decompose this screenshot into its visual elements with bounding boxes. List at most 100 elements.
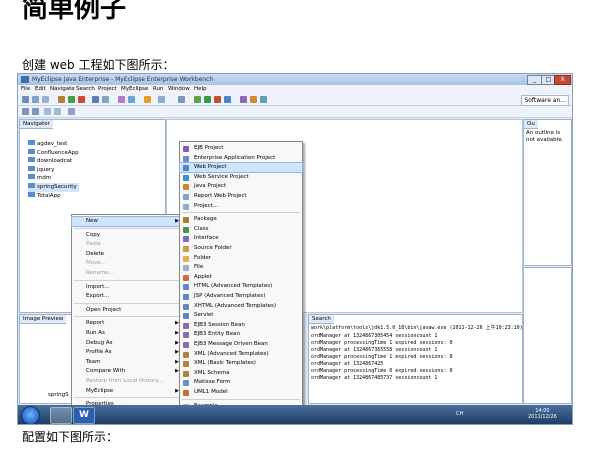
context-menu-item[interactable]: MyEclipse ▶ xyxy=(72,387,183,396)
minimize-button[interactable]: _ xyxy=(527,75,542,85)
new-submenu-item-icon xyxy=(183,274,189,281)
image-preview-tab[interactable]: Image Preview xyxy=(20,315,67,324)
context-menu-item[interactable]: New ▶ xyxy=(71,216,184,227)
tree-item[interactable]: jquery xyxy=(28,165,79,175)
refresh-icon[interactable] xyxy=(158,96,165,103)
context-menu-item[interactable]: Rename... xyxy=(72,269,183,278)
new-submenu-item[interactable]: XML (Basic Templates) xyxy=(180,359,302,368)
context-menu-item[interactable]: Restore from Local History... xyxy=(72,377,183,386)
new-submenu-item[interactable]: HTML (Advanced Templates) xyxy=(180,282,302,291)
new-submenu-item[interactable]: Source Folder xyxy=(180,244,302,253)
tree-item[interactable]: downloadcat xyxy=(28,157,79,166)
context-menu-item[interactable]: Report ▶ xyxy=(72,319,183,328)
context-menu-item[interactable]: Run As ▶ xyxy=(72,329,183,338)
last-edit-icon[interactable] xyxy=(68,108,75,115)
console-tab[interactable]: Search xyxy=(309,315,334,324)
run-icon[interactable] xyxy=(204,96,211,103)
context-menu-item[interactable]: Profile As ▶ xyxy=(72,348,183,357)
perspective-switcher[interactable]: Software an... xyxy=(521,95,569,106)
tree-item[interactable]: mdm xyxy=(28,174,79,183)
context-menu-item[interactable]: Delete xyxy=(72,250,183,259)
new-package-icon[interactable] xyxy=(250,96,257,103)
new-submenu-item[interactable]: File xyxy=(180,263,302,272)
outline-tab[interactable]: Ou xyxy=(524,120,538,129)
wizard-icon[interactable] xyxy=(118,96,125,103)
new-submenu-item[interactable]: Folder xyxy=(180,254,302,263)
new-submenu-item[interactable]: Interface xyxy=(180,234,302,243)
new-submenu-item[interactable]: Servlet xyxy=(180,311,302,320)
menu-help[interactable]: Help xyxy=(194,85,207,94)
back-icon[interactable] xyxy=(22,108,29,115)
annotation-icon[interactable] xyxy=(54,108,61,115)
search-icon[interactable] xyxy=(102,96,109,103)
stop-icon[interactable] xyxy=(78,96,85,103)
print-icon[interactable] xyxy=(42,96,49,103)
tree-item[interactable]: TotalApp xyxy=(28,191,79,201)
new-submenu-item[interactable]: Matisse Form xyxy=(180,378,302,387)
server-icon[interactable] xyxy=(58,96,65,103)
context-menu-item[interactable]: Import... xyxy=(72,283,183,292)
new-submenu-item[interactable]: Web Service Project xyxy=(180,173,302,182)
context-menu-item[interactable]: Copy xyxy=(72,231,183,240)
close-button[interactable]: X xyxy=(554,75,571,85)
menubar: File Edit Navigate Search Project MyEcli… xyxy=(18,85,572,94)
tree-item[interactable]: ConfluenceApp xyxy=(28,148,79,158)
external-tools-icon[interactable] xyxy=(224,96,231,103)
taskbar-explorer-icon[interactable] xyxy=(50,407,72,424)
new-submenu-item[interactable]: Java Project xyxy=(180,182,302,191)
deploy-icon[interactable] xyxy=(68,96,75,103)
folder-icon[interactable] xyxy=(144,96,151,103)
new-submenu-item[interactable]: Enterprise Application Project xyxy=(180,154,302,163)
navigator-tab[interactable]: Navigator xyxy=(20,120,53,129)
forward-icon[interactable] xyxy=(32,108,39,115)
open-perspective-icon[interactable] xyxy=(260,96,267,103)
context-menu-item[interactable]: Move... xyxy=(72,259,183,268)
view-icon[interactable] xyxy=(178,96,185,103)
menu-window[interactable]: Window xyxy=(168,85,190,94)
menu-myeclipse[interactable]: MyEclipse xyxy=(121,85,148,94)
tree-item-selected[interactable]: springSecurity xyxy=(28,182,79,192)
new-submenu-item[interactable]: XML Schema xyxy=(180,369,302,378)
context-menu-item[interactable]: Open Project xyxy=(72,306,183,315)
new-submenu-item[interactable]: Project... xyxy=(180,202,302,211)
new-submenu-item[interactable]: EJB Project xyxy=(180,144,302,153)
context-menu-item[interactable]: Export... xyxy=(72,292,183,301)
clock[interactable]: 14:00 2011/12/26 xyxy=(528,408,557,420)
new-submenu-item-label: Project... xyxy=(194,202,219,209)
menu-navigate[interactable]: Navigate xyxy=(50,85,75,94)
new-submenu-item-label: XML (Advanced Templates) xyxy=(194,350,269,357)
new-submenu-item[interactable]: Web Project xyxy=(179,162,303,174)
new-icon[interactable] xyxy=(22,96,29,103)
new-submenu-item[interactable]: EJB3 Session Bean xyxy=(180,321,302,330)
new-submenu-item[interactable]: XML (Advanced Templates) xyxy=(180,350,302,359)
new-class-icon[interactable] xyxy=(240,96,247,103)
menu-search[interactable]: Search xyxy=(76,85,95,94)
context-menu-item[interactable]: Compare With ▶ xyxy=(72,367,183,376)
context-menu-item[interactable]: Paste xyxy=(72,240,183,249)
menu-project[interactable]: Project xyxy=(98,85,117,94)
menu-run[interactable]: Run xyxy=(153,85,164,94)
java-icon[interactable] xyxy=(128,96,135,103)
debug-icon[interactable] xyxy=(194,96,201,103)
ime-indicator[interactable]: CH xyxy=(456,411,463,417)
menu-edit[interactable]: Edit xyxy=(35,85,46,94)
new-submenu-item[interactable]: EJB3 Message Driven Bean xyxy=(180,340,302,349)
new-submenu-item[interactable]: XHTML (Advanced Templates) xyxy=(180,302,302,311)
context-menu-item[interactable]: Team ▶ xyxy=(72,358,183,367)
menu-file[interactable]: File xyxy=(21,85,30,94)
start-button[interactable] xyxy=(21,406,40,424)
tree-item[interactable]: agdev_test xyxy=(28,140,79,149)
save-icon[interactable] xyxy=(32,96,39,103)
context-menu-item[interactable]: Debug As ▶ xyxy=(72,339,183,348)
new-submenu-item[interactable]: UML1 Model xyxy=(180,388,302,397)
new-submenu-item[interactable]: Report Web Project xyxy=(180,192,302,201)
new-submenu-item[interactable]: Package xyxy=(180,215,302,224)
new-submenu-item[interactable]: JSP (Advanced Templates) xyxy=(180,292,302,301)
profile-icon[interactable] xyxy=(214,96,221,103)
new-submenu-item[interactable]: Class xyxy=(180,225,302,234)
taskbar-word-icon[interactable]: W xyxy=(73,407,95,424)
open-type-icon[interactable] xyxy=(92,96,99,103)
new-submenu-item[interactable]: Applet xyxy=(180,273,302,282)
new-submenu-item[interactable]: EJB3 Entity Bean xyxy=(180,330,302,339)
history-icon[interactable] xyxy=(44,108,51,115)
